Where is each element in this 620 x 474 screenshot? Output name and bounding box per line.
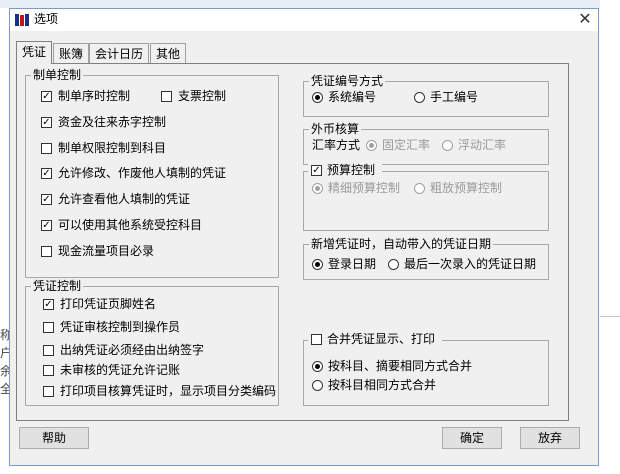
checkbox-label: 合并凭证显示、打印 — [327, 332, 436, 346]
subject-permission-checkbox[interactable] — [41, 143, 52, 154]
checkbox-label: 允许查看他人填制的凭证 — [58, 192, 191, 206]
radio-label: 精细预算控制 — [328, 181, 401, 195]
close-icon[interactable]: ✕ — [576, 10, 594, 28]
tab-ledger[interactable]: 账簿 — [53, 43, 90, 63]
audit-by-operator-checkbox[interactable] — [43, 322, 54, 333]
budget-control-group — [303, 171, 549, 231]
radio-label: 系统编号 — [328, 90, 377, 104]
group-legend: 凭证编号方式 — [309, 74, 386, 88]
checkbox-label: 打印凭证页脚姓名 — [60, 297, 157, 311]
checkbox-label: 凭证审核控制到操作员 — [60, 320, 181, 334]
cheque-control-checkbox[interactable] — [161, 91, 172, 102]
cashier-signature-checkbox[interactable] — [43, 345, 54, 356]
checkbox-label: 资金及往来赤字控制 — [58, 115, 167, 129]
merge-display-group — [303, 340, 549, 406]
tab-voucher[interactable]: 凭证 — [16, 41, 53, 64]
checkbox-label: 打印项目核算凭证时，显示项目分类编码 — [60, 384, 277, 398]
last-entry-date-radio[interactable] — [388, 259, 399, 270]
tab-accounting-calendar[interactable]: 会计日历 — [89, 43, 150, 63]
fixed-rate-radio[interactable] — [366, 140, 377, 151]
help-button[interactable]: 帮助 — [19, 427, 89, 449]
merge-display-checkbox[interactable] — [311, 334, 322, 345]
group-legend: 制单控制 — [31, 68, 84, 82]
radio-label: 按科目、摘要相同方式合并 — [328, 359, 473, 373]
coarse-budget-radio[interactable] — [414, 183, 425, 194]
radio-label: 粗放预算控制 — [430, 181, 503, 195]
other-system-subjects-checkbox[interactable]: ✓ — [41, 220, 52, 231]
manual-numbering-radio[interactable] — [414, 92, 425, 103]
rate-method-label: 汇率方式 — [312, 138, 361, 152]
tab-other[interactable]: 其他 — [150, 43, 187, 63]
checkbox-label: 可以使用其他系统受控科目 — [58, 218, 203, 232]
print-footer-name-checkbox[interactable]: ✓ — [43, 299, 54, 310]
title-bar[interactable]: 选项 ✕ — [10, 9, 598, 31]
background-app-divider — [600, 316, 620, 317]
checkbox-label: 未审核的凭证允许记账 — [60, 363, 181, 377]
radio-label: 按科目相同方式合并 — [328, 378, 437, 392]
checkbox-label: 出纳凭证必须经由出纳签字 — [60, 343, 205, 357]
cash-flow-required-checkbox[interactable] — [41, 246, 52, 257]
radio-label: 登录日期 — [328, 257, 377, 271]
group-legend: 凭证控制 — [31, 279, 84, 293]
modify-others-voucher-checkbox[interactable]: ✓ — [41, 168, 52, 179]
system-numbering-radio[interactable] — [312, 92, 323, 103]
radio-label: 手工编号 — [430, 90, 479, 104]
checkbox-label: 预算控制 — [327, 163, 376, 177]
fine-budget-radio[interactable] — [312, 183, 323, 194]
radio-label: 固定汇率 — [382, 138, 431, 152]
merge-by-subject-radio[interactable] — [312, 380, 323, 391]
view-others-voucher-checkbox[interactable]: ✓ — [41, 194, 52, 205]
budget-control-checkbox[interactable]: ✓ — [311, 165, 322, 176]
window-title: 选项 — [34, 12, 59, 26]
merge-by-subject-summary-radio[interactable] — [312, 361, 323, 372]
unaudited-posting-checkbox[interactable] — [43, 365, 54, 376]
radio-label: 最后一次录入的凭证日期 — [404, 257, 537, 271]
options-dialog: 选项 ✕ 凭证 账簿 会计日历 其他 制单控制 ✓ 制单序时控制 支票控制 ✓ … — [9, 8, 599, 466]
cancel-button[interactable]: 放弃 — [520, 427, 580, 449]
books-icon — [15, 14, 29, 26]
background-app-right — [600, 0, 620, 474]
checkbox-label: 支票控制 — [178, 89, 227, 103]
sequential-control-checkbox[interactable]: ✓ — [41, 91, 52, 102]
deficit-control-checkbox[interactable]: ✓ — [41, 117, 52, 128]
ok-button[interactable]: 确定 — [442, 427, 502, 449]
checkbox-label: 制单序时控制 — [58, 89, 131, 103]
checkbox-label: 制单权限控制到科目 — [58, 141, 167, 155]
print-project-code-checkbox[interactable] — [43, 386, 54, 397]
radio-label: 浮动汇率 — [458, 138, 507, 152]
checkbox-label: 现金流量项目必录 — [58, 244, 155, 258]
group-legend: 新增凭证时，自动带入的凭证日期 — [309, 237, 494, 251]
floating-rate-radio[interactable] — [442, 140, 453, 151]
background-app-toolbar — [0, 0, 620, 8]
checkbox-label: 允许修改、作废他人填制的凭证 — [58, 166, 227, 180]
login-date-radio[interactable] — [312, 259, 323, 270]
group-legend: 外币核算 — [309, 122, 362, 136]
